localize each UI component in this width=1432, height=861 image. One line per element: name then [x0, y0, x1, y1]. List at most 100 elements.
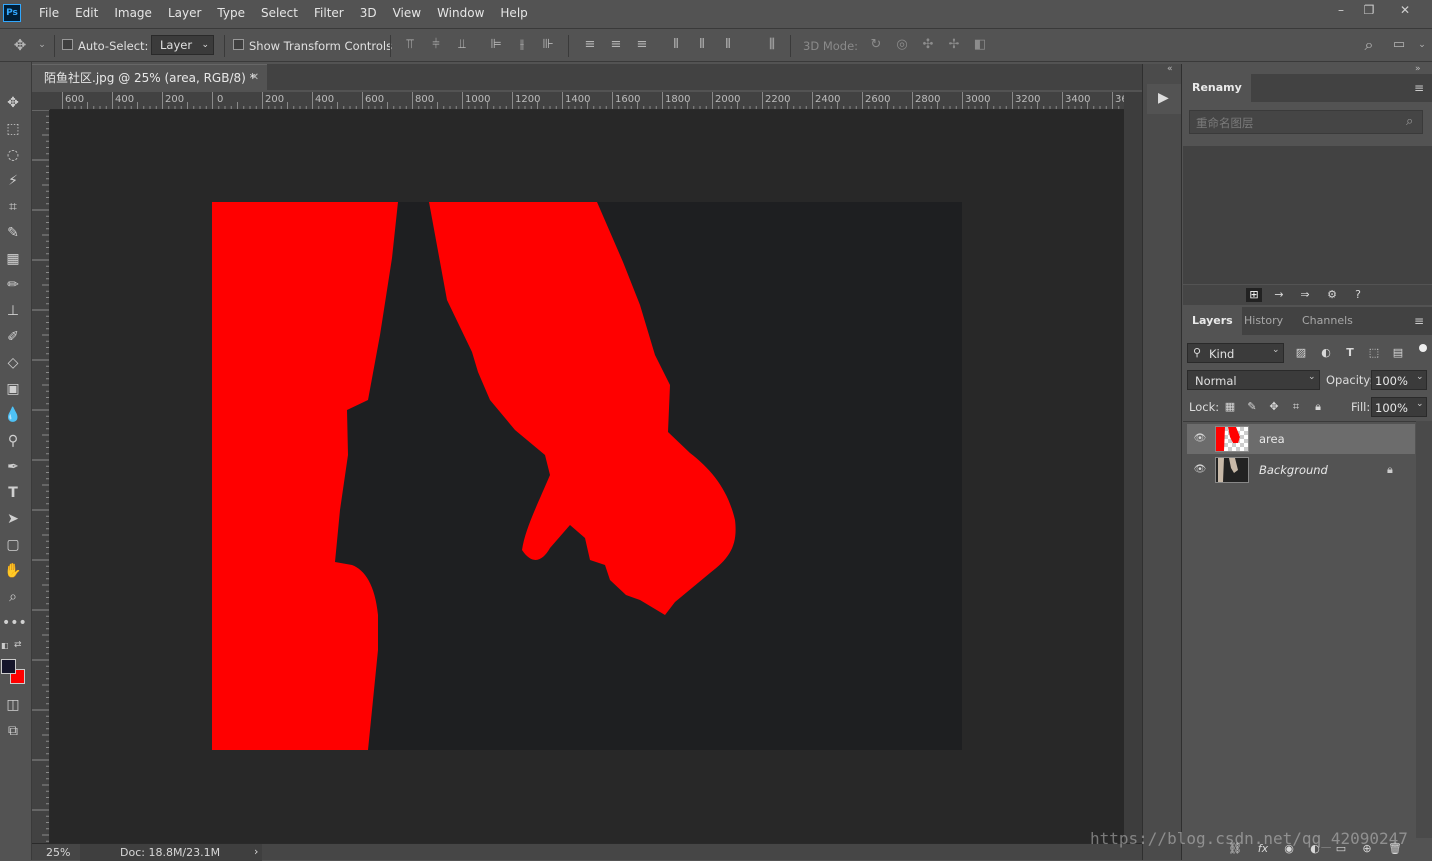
- menu-image[interactable]: Image: [106, 0, 160, 26]
- workspace-chevron-icon[interactable]: ⌄: [1414, 37, 1430, 53]
- 3d-orbit-icon[interactable]: ↻: [868, 37, 884, 53]
- distribute-bottom-icon[interactable]: ≡: [634, 37, 650, 53]
- visibility-eye-icon[interactable]: 👁︎: [1193, 433, 1207, 445]
- filter-shape-icon[interactable]: ⬚: [1366, 346, 1382, 360]
- expand-dock-icon[interactable]: »: [1415, 64, 1421, 74]
- filter-pixel-icon[interactable]: ▨: [1293, 346, 1309, 360]
- close-button[interactable]: ✕: [1390, 0, 1420, 20]
- auto-align-icon[interactable]: ⫼: [764, 37, 780, 53]
- 3d-camera-icon[interactable]: ◧: [972, 37, 988, 53]
- move-tool-icon[interactable]: ✥: [12, 37, 28, 53]
- panel-menu-icon[interactable]: ≡: [1414, 314, 1424, 328]
- quick-mask-icon[interactable]: ◫: [2, 694, 24, 716]
- panel-menu-icon[interactable]: ≡: [1414, 81, 1424, 95]
- more-tools-icon[interactable]: •••: [2, 612, 27, 634]
- filter-toggle[interactable]: [1419, 344, 1427, 352]
- lock-all-icon[interactable]: 🔒︎: [1310, 400, 1326, 414]
- menu-layer[interactable]: Layer: [160, 0, 209, 26]
- visibility-eye-icon[interactable]: 👁︎: [1193, 464, 1207, 476]
- tab-layers[interactable]: Layers: [1183, 307, 1242, 335]
- align-top-icon[interactable]: ⫪: [402, 37, 418, 53]
- layer-name[interactable]: area: [1259, 432, 1285, 446]
- doc-info[interactable]: Doc: 18.8M/23.1M: [120, 846, 220, 859]
- filter-smart-object-icon[interactable]: ▤: [1390, 346, 1406, 360]
- horizontal-ruler[interactable]: 600 400 200 0 200 400 600 800 1000 1200 …: [50, 92, 1124, 110]
- align-vcenter-icon[interactable]: ⫩: [428, 37, 444, 53]
- dodge-tool-icon[interactable]: ⚲: [2, 430, 24, 452]
- rectangle-tool-icon[interactable]: ▢: [2, 534, 24, 556]
- vertical-ruler[interactable]: [32, 110, 50, 843]
- tab-history[interactable]: History: [1235, 307, 1292, 335]
- lock-artboard-icon[interactable]: ⌗: [1288, 400, 1304, 414]
- eyedropper-tool-icon[interactable]: ✎: [2, 222, 24, 244]
- tab-renamy[interactable]: Renamy: [1183, 74, 1251, 102]
- foreground-color-swatch[interactable]: [1, 659, 16, 674]
- actions-panel-button[interactable]: ▶: [1147, 84, 1181, 114]
- layer-name[interactable]: Background: [1259, 463, 1328, 477]
- auto-select-checkbox[interactable]: [62, 39, 73, 50]
- menu-window[interactable]: Window: [429, 0, 492, 26]
- zoom-level[interactable]: 25%: [46, 846, 70, 859]
- blur-tool-icon[interactable]: 💧: [2, 404, 24, 426]
- layers-scrollbar[interactable]: [1416, 421, 1432, 851]
- distribute-vcenter-icon[interactable]: ≡: [608, 37, 624, 53]
- menu-select[interactable]: Select: [253, 0, 306, 26]
- swap-colors-icon[interactable]: ⇄: [14, 640, 22, 650]
- lock-position-icon[interactable]: ✥: [1266, 400, 1282, 414]
- menu-3d[interactable]: 3D: [352, 0, 385, 26]
- distribute-right-icon[interactable]: ⦀: [720, 37, 736, 53]
- opacity-input[interactable]: 100% ⌄: [1371, 370, 1427, 390]
- minimize-button[interactable]: –: [1326, 0, 1356, 20]
- filter-type-icon[interactable]: T: [1342, 346, 1358, 360]
- hand-tool-icon[interactable]: ✋: [2, 560, 24, 582]
- menu-filter[interactable]: Filter: [306, 0, 352, 26]
- 3d-slide-icon[interactable]: ✢: [946, 37, 962, 53]
- align-right-icon[interactable]: ⊪: [540, 37, 556, 53]
- 3d-pan-icon[interactable]: ✣: [920, 37, 936, 53]
- lock-transparent-icon[interactable]: ▦: [1222, 400, 1238, 414]
- restore-button[interactable]: ❐: [1354, 0, 1384, 20]
- filter-adjustment-icon[interactable]: ◐: [1318, 346, 1334, 360]
- rename-input[interactable]: 重命名图层 ⌕: [1189, 110, 1423, 134]
- menu-file[interactable]: File: [31, 0, 67, 26]
- align-bottom-icon[interactable]: ⫫: [454, 37, 470, 53]
- screen-mode-icon[interactable]: ⧉: [2, 720, 24, 742]
- zoom-tool-icon[interactable]: ⌕: [2, 586, 24, 608]
- auto-select-dropdown[interactable]: Layer ⌄: [151, 35, 214, 55]
- document-canvas[interactable]: [50, 110, 1124, 843]
- help-icon[interactable]: ?: [1350, 288, 1366, 302]
- status-expand-icon[interactable]: ›: [254, 845, 258, 858]
- layer-row-area[interactable]: 👁︎ area: [1187, 424, 1415, 454]
- healing-brush-tool-icon[interactable]: ▦: [2, 248, 24, 270]
- menu-type[interactable]: Type: [209, 0, 253, 26]
- vertical-scrollbar[interactable]: [1124, 92, 1142, 843]
- crop-tool-icon[interactable]: ⌗: [2, 196, 24, 218]
- magic-wand-tool-icon[interactable]: ⚡: [2, 170, 24, 192]
- lasso-tool-icon[interactable]: ◌: [2, 144, 24, 166]
- marquee-tool-icon[interactable]: ⬚: [2, 118, 24, 140]
- distribute-hcenter-icon[interactable]: ⦀: [694, 37, 710, 53]
- 3d-roll-icon[interactable]: ◎: [894, 37, 910, 53]
- document-tab[interactable]: 陌鱼社区.jpg @ 25% (area, RGB/8) * ✕: [32, 64, 267, 90]
- layer-row-background[interactable]: 👁︎ Background 🔒︎: [1187, 455, 1415, 485]
- workspace-icon[interactable]: ▭: [1391, 37, 1407, 53]
- lock-image-icon[interactable]: ✎: [1244, 400, 1260, 414]
- distribute-left-icon[interactable]: ⦀: [668, 37, 684, 53]
- settings-icon[interactable]: ⚙: [1324, 288, 1340, 302]
- tool-preset-chevron-icon[interactable]: ⌄: [34, 37, 50, 53]
- gradient-tool-icon[interactable]: ▣: [2, 378, 24, 400]
- show-transform-checkbox[interactable]: [233, 39, 244, 50]
- align-hcenter-icon[interactable]: ⫲: [514, 37, 530, 53]
- blend-mode-dropdown[interactable]: Normal ⌄: [1187, 370, 1320, 390]
- move-tool-icon[interactable]: ✥: [2, 92, 24, 114]
- canvas-workspace[interactable]: [50, 110, 1124, 843]
- menu-help[interactable]: Help: [492, 0, 535, 26]
- menu-edit[interactable]: Edit: [67, 0, 106, 26]
- distribute-top-icon[interactable]: ≡: [582, 37, 598, 53]
- pen-tool-icon[interactable]: ✒: [2, 456, 24, 478]
- path-selection-tool-icon[interactable]: ➤: [2, 508, 24, 530]
- arrow-right-icon[interactable]: →: [1271, 288, 1287, 302]
- collapse-dock-icon[interactable]: «: [1167, 64, 1173, 74]
- ruler-origin[interactable]: [32, 92, 50, 110]
- search-icon[interactable]: ⌕: [1361, 37, 1377, 53]
